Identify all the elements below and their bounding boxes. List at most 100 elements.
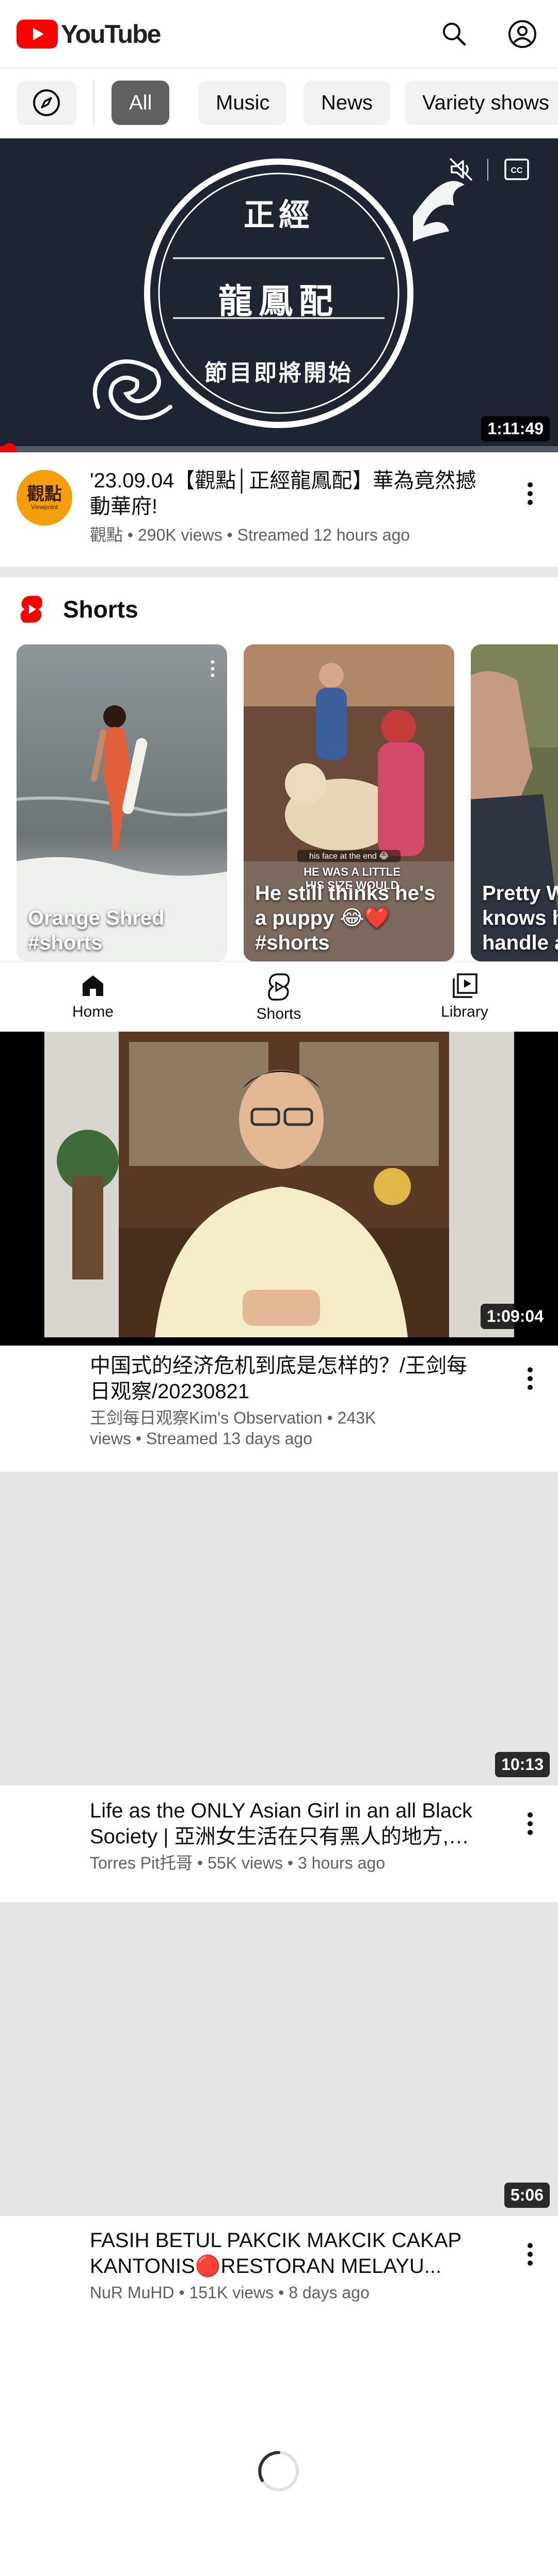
video-metadata: NuR MuHD • 151K views • 8 days ago xyxy=(90,2282,482,2303)
more-vert-icon xyxy=(528,482,533,505)
meta-separator: • xyxy=(135,1429,146,1448)
short-title: Orange Shred #shorts xyxy=(28,907,165,954)
video-thumbnail[interactable]: 5:06 xyxy=(0,1902,558,2216)
thumbnail-title-line1: 正經 xyxy=(244,197,314,233)
meta-separator: • xyxy=(227,526,237,544)
more-vert-icon xyxy=(528,1812,533,1835)
more-vert-icon xyxy=(211,660,215,677)
chip-news[interactable]: News xyxy=(304,81,391,125)
video-thumbnail[interactable]: 10:13 xyxy=(0,1472,558,1785)
compass-icon xyxy=(33,89,60,116)
nav-home[interactable]: Home xyxy=(41,972,145,1029)
captions-button[interactable]: CC xyxy=(499,154,535,185)
shorts-logo-icon xyxy=(21,596,42,623)
chip-all[interactable]: All xyxy=(111,81,170,125)
upload-age: Streamed 13 days ago xyxy=(146,1429,312,1448)
bottom-navigation-bar: Home Shorts Library xyxy=(0,961,558,1032)
meta-separator: • xyxy=(327,1409,338,1427)
video-duration: 10:13 xyxy=(495,1752,550,1777)
shorts-heading: Shorts xyxy=(63,596,138,623)
featured-video-player[interactable]: 正經 龍鳳配 節目即將開始 CC 1:11:49 xyxy=(0,138,558,452)
more-options-button[interactable] xyxy=(516,1803,545,1844)
channel-avatar[interactable]: 觀點 Viewpoint xyxy=(17,470,72,526)
youtube-logo[interactable]: YouTube xyxy=(17,20,161,49)
chip-variety-shows[interactable]: Variety shows xyxy=(405,81,558,125)
video-duration: 1:09:04 xyxy=(480,1304,550,1329)
account-circle-icon xyxy=(508,20,536,48)
nav-shorts-label: Shorts xyxy=(256,1005,301,1022)
channel-name[interactable]: 王剑每日观察Kim's Observation xyxy=(90,1409,323,1427)
short-more-button[interactable] xyxy=(205,656,220,682)
svg-text:CC: CC xyxy=(511,166,523,175)
short-overlay-caption: his face at the end 😂 xyxy=(297,850,401,862)
more-options-button[interactable] xyxy=(516,473,545,514)
video-thumbnail[interactable]: 1:09:04 xyxy=(0,1032,558,1346)
nav-library-label: Library xyxy=(441,1003,488,1020)
more-vert-icon xyxy=(528,1367,533,1390)
search-icon xyxy=(443,23,466,46)
video-metadata: 觀點 • 290K views • Streamed 12 hours ago xyxy=(90,525,482,545)
shorts-shelf-header: Shorts xyxy=(0,583,558,635)
short-card[interactable]: Orange Shred #shorts xyxy=(17,644,227,961)
meta-separator: • xyxy=(197,1854,208,1872)
upload-age: 3 hours ago xyxy=(297,1854,385,1872)
closed-captions-icon: CC xyxy=(504,159,529,180)
avatar-text: 觀點 xyxy=(27,484,62,504)
explore-button[interactable] xyxy=(17,81,76,125)
short-card[interactable]: Pretty W knows h handle a xyxy=(471,644,558,961)
nav-shorts[interactable]: Shorts xyxy=(227,972,330,1029)
shorts-carousel: Orange Shred #shorts his face at the end… xyxy=(17,644,558,961)
view-count: 290K views xyxy=(138,526,222,544)
video-title[interactable]: Life as the ONLY Asian Girl in an all Bl… xyxy=(90,1798,487,1850)
short-title: He still thinks he's a puppy 😂❤️ #shorts xyxy=(255,882,436,954)
progress-bar[interactable] xyxy=(0,446,558,452)
home-icon xyxy=(83,975,103,996)
video-title[interactable]: FASIH BETUL PAKCIK MAKCIK CAKAP KANTONIS… xyxy=(90,2227,487,2279)
upload-age: 8 days ago xyxy=(289,2283,370,2302)
view-count: 151K views xyxy=(189,2283,274,2302)
video-thumbnail-image xyxy=(0,1032,558,1337)
meta-separator: • xyxy=(278,2283,289,2302)
nav-home-label: Home xyxy=(72,1003,114,1020)
short-card[interactable]: his face at the end 😂 HE WAS A LITTLE HI… xyxy=(244,644,454,961)
video-duration: 5:06 xyxy=(504,2183,550,2208)
more-options-button[interactable] xyxy=(516,1358,545,1399)
more-options-button[interactable] xyxy=(516,2234,545,2275)
section-divider xyxy=(0,567,558,577)
avatar-subtext: Viewpoint xyxy=(31,503,58,511)
filter-chips-bar: All Music News Variety shows xyxy=(0,68,558,138)
channel-name[interactable]: 觀點 xyxy=(90,526,123,544)
chip-divider xyxy=(93,81,94,125)
chip-music[interactable]: Music xyxy=(198,81,288,125)
video-title[interactable]: 中国式的经济危机到底是怎样的？/王剑每日观察/20230821 xyxy=(90,1353,487,1404)
meta-separator: • xyxy=(179,2283,189,2302)
loading-spinner-icon xyxy=(258,2451,299,2491)
upload-age: Streamed 12 hours ago xyxy=(237,526,410,544)
video-details[interactable]: Life as the ONLY Asian Girl in an all Bl… xyxy=(0,1785,558,1904)
featured-video-details[interactable]: 觀點 Viewpoint '23.09.04【觀點│正經龍鳳配】華為竟然撼動華府… xyxy=(0,452,558,563)
volume-off-icon xyxy=(450,158,472,181)
shorts-icon xyxy=(268,973,290,1001)
video-details[interactable]: 中国式的经济危机到底是怎样的？/王剑每日观察/20230821 王剑每日观察Ki… xyxy=(0,1346,558,1469)
thumbnail-subtitle: 節目即將開始 xyxy=(204,360,353,386)
search-button[interactable] xyxy=(438,18,471,51)
top-app-bar: YouTube xyxy=(0,0,558,68)
channel-name[interactable]: NuR MuHD xyxy=(90,2283,174,2302)
library-icon xyxy=(453,973,477,998)
view-count: 55K views xyxy=(208,1854,283,1872)
nav-library[interactable]: Library xyxy=(413,972,516,1029)
channel-name[interactable]: Torres Pit托哥 xyxy=(90,1854,193,1872)
video-title[interactable]: '23.09.04【觀點│正經龍鳳配】華為竟然撼動華府! xyxy=(90,468,487,519)
thumbnail-title-line2: 龍鳳配 xyxy=(218,281,339,321)
account-button[interactable] xyxy=(506,18,539,51)
video-metadata: Torres Pit托哥 • 55K views • 3 hours ago xyxy=(90,1853,482,1873)
video-details[interactable]: FASIH BETUL PAKCIK MAKCIK CAKAP KANTONIS… xyxy=(0,2216,558,2335)
controls-divider xyxy=(487,159,488,181)
youtube-play-icon xyxy=(17,20,58,49)
video-duration: 1:11:49 xyxy=(481,416,550,441)
short-overlay-caption: HE WAS A LITTLE xyxy=(304,865,401,878)
short-title: Pretty W knows h handle a xyxy=(482,882,558,954)
meta-separator: • xyxy=(287,1854,298,1872)
video-metadata: 王剑每日观察Kim's Observation • 243K views • S… xyxy=(90,1408,400,1449)
mute-button[interactable] xyxy=(443,154,479,185)
